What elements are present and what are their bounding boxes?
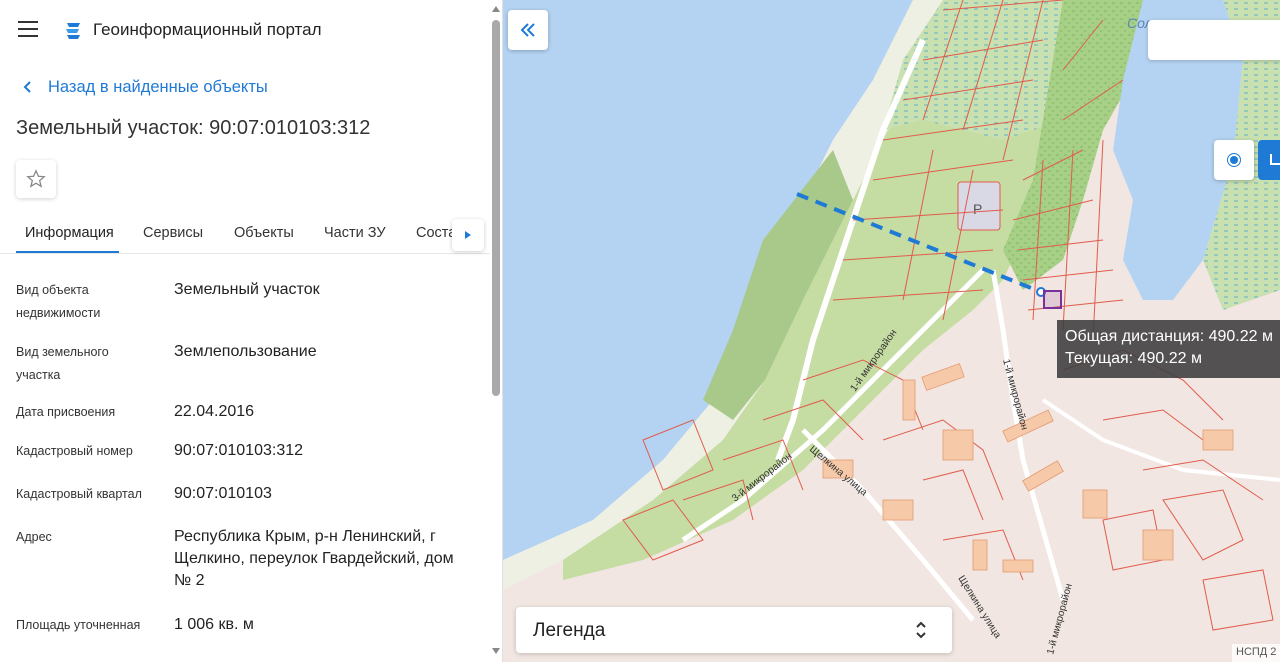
collapse-panel-button[interactable] [508,10,548,50]
property-value: 90:07:010103 [174,485,272,502]
tabs-scroll-right-button[interactable] [452,219,484,251]
measure-total: Общая дистанция: 490.22 м [1065,328,1273,345]
property-value: Республика Крым, р-н Ленинский, г Щелкин… [174,528,454,589]
property-label: Кадастровый номер [16,444,133,458]
info-panel: Геоинформационный портал Назад в найденн… [0,0,503,662]
legend-label: Легенда [533,620,606,641]
property-value: Землепользование [174,343,317,360]
chevron-left-icon [23,81,31,93]
property-label: Дата присвоения [16,405,116,419]
chevron-up-down-icon [916,621,926,639]
property-label: Вид земельного участка [16,345,109,382]
property-value: 1 006 кв. м [174,616,254,633]
scroll-down-arrow-icon[interactable] [492,648,500,654]
tab-composition[interactable]: Соста [416,225,456,241]
app-title: Геоинформационный портал [93,20,322,39]
locate-button[interactable] [1214,140,1254,180]
app-header: Геоинформационный портал [0,0,490,60]
object-tabs: Информация Сервисы Объекты Части ЗУ Сост… [0,215,490,254]
scroll-up-arrow-icon[interactable] [492,6,500,12]
tab-objects[interactable]: Объекты [234,225,294,241]
property-label: Вид объекта недвижимости [16,283,101,320]
property-label: Адрес [16,530,52,544]
parking-label: P [973,201,982,217]
tab-parts[interactable]: Части ЗУ [324,225,386,241]
tab-information[interactable]: Информация [25,225,114,241]
legend-selector[interactable]: Легенда [516,607,952,653]
favorite-button[interactable] [16,160,56,198]
double-chevron-left-icon [520,23,535,37]
property-value: Земельный участок [174,281,320,298]
object-title: Земельный участок: 90:07:010103:312 [16,117,371,139]
map-search-input[interactable] [1148,20,1280,60]
property-value: 22.04.2016 [174,403,255,420]
back-link-label: Назад в найденные объекты [48,77,268,96]
measure-current: Текущая: 490.22 м [1065,350,1202,367]
back-to-results-link[interactable]: Назад в найденные объекты [20,76,268,98]
active-tab-indicator [16,251,119,253]
selected-parcel[interactable] [1043,290,1062,309]
location-dot-icon [1230,156,1238,164]
portal-logo-icon [66,23,80,39]
hamburger-menu-icon[interactable] [18,21,38,37]
property-value: 90:07:010103:312 [174,442,304,459]
tab-services[interactable]: Сервисы [143,225,203,241]
map-attribution: НСПД 2 [1232,644,1280,662]
property-label: Кадастровый квартал [16,487,142,501]
measure-tool-button[interactable] [1258,140,1280,180]
star-icon [26,169,46,188]
property-label: Площадь уточненная [16,618,141,632]
scrollbar-thumb[interactable] [492,20,500,396]
measure-tooltip: Общая дистанция: 490.22 м Текущая: 490.2… [1057,320,1280,378]
